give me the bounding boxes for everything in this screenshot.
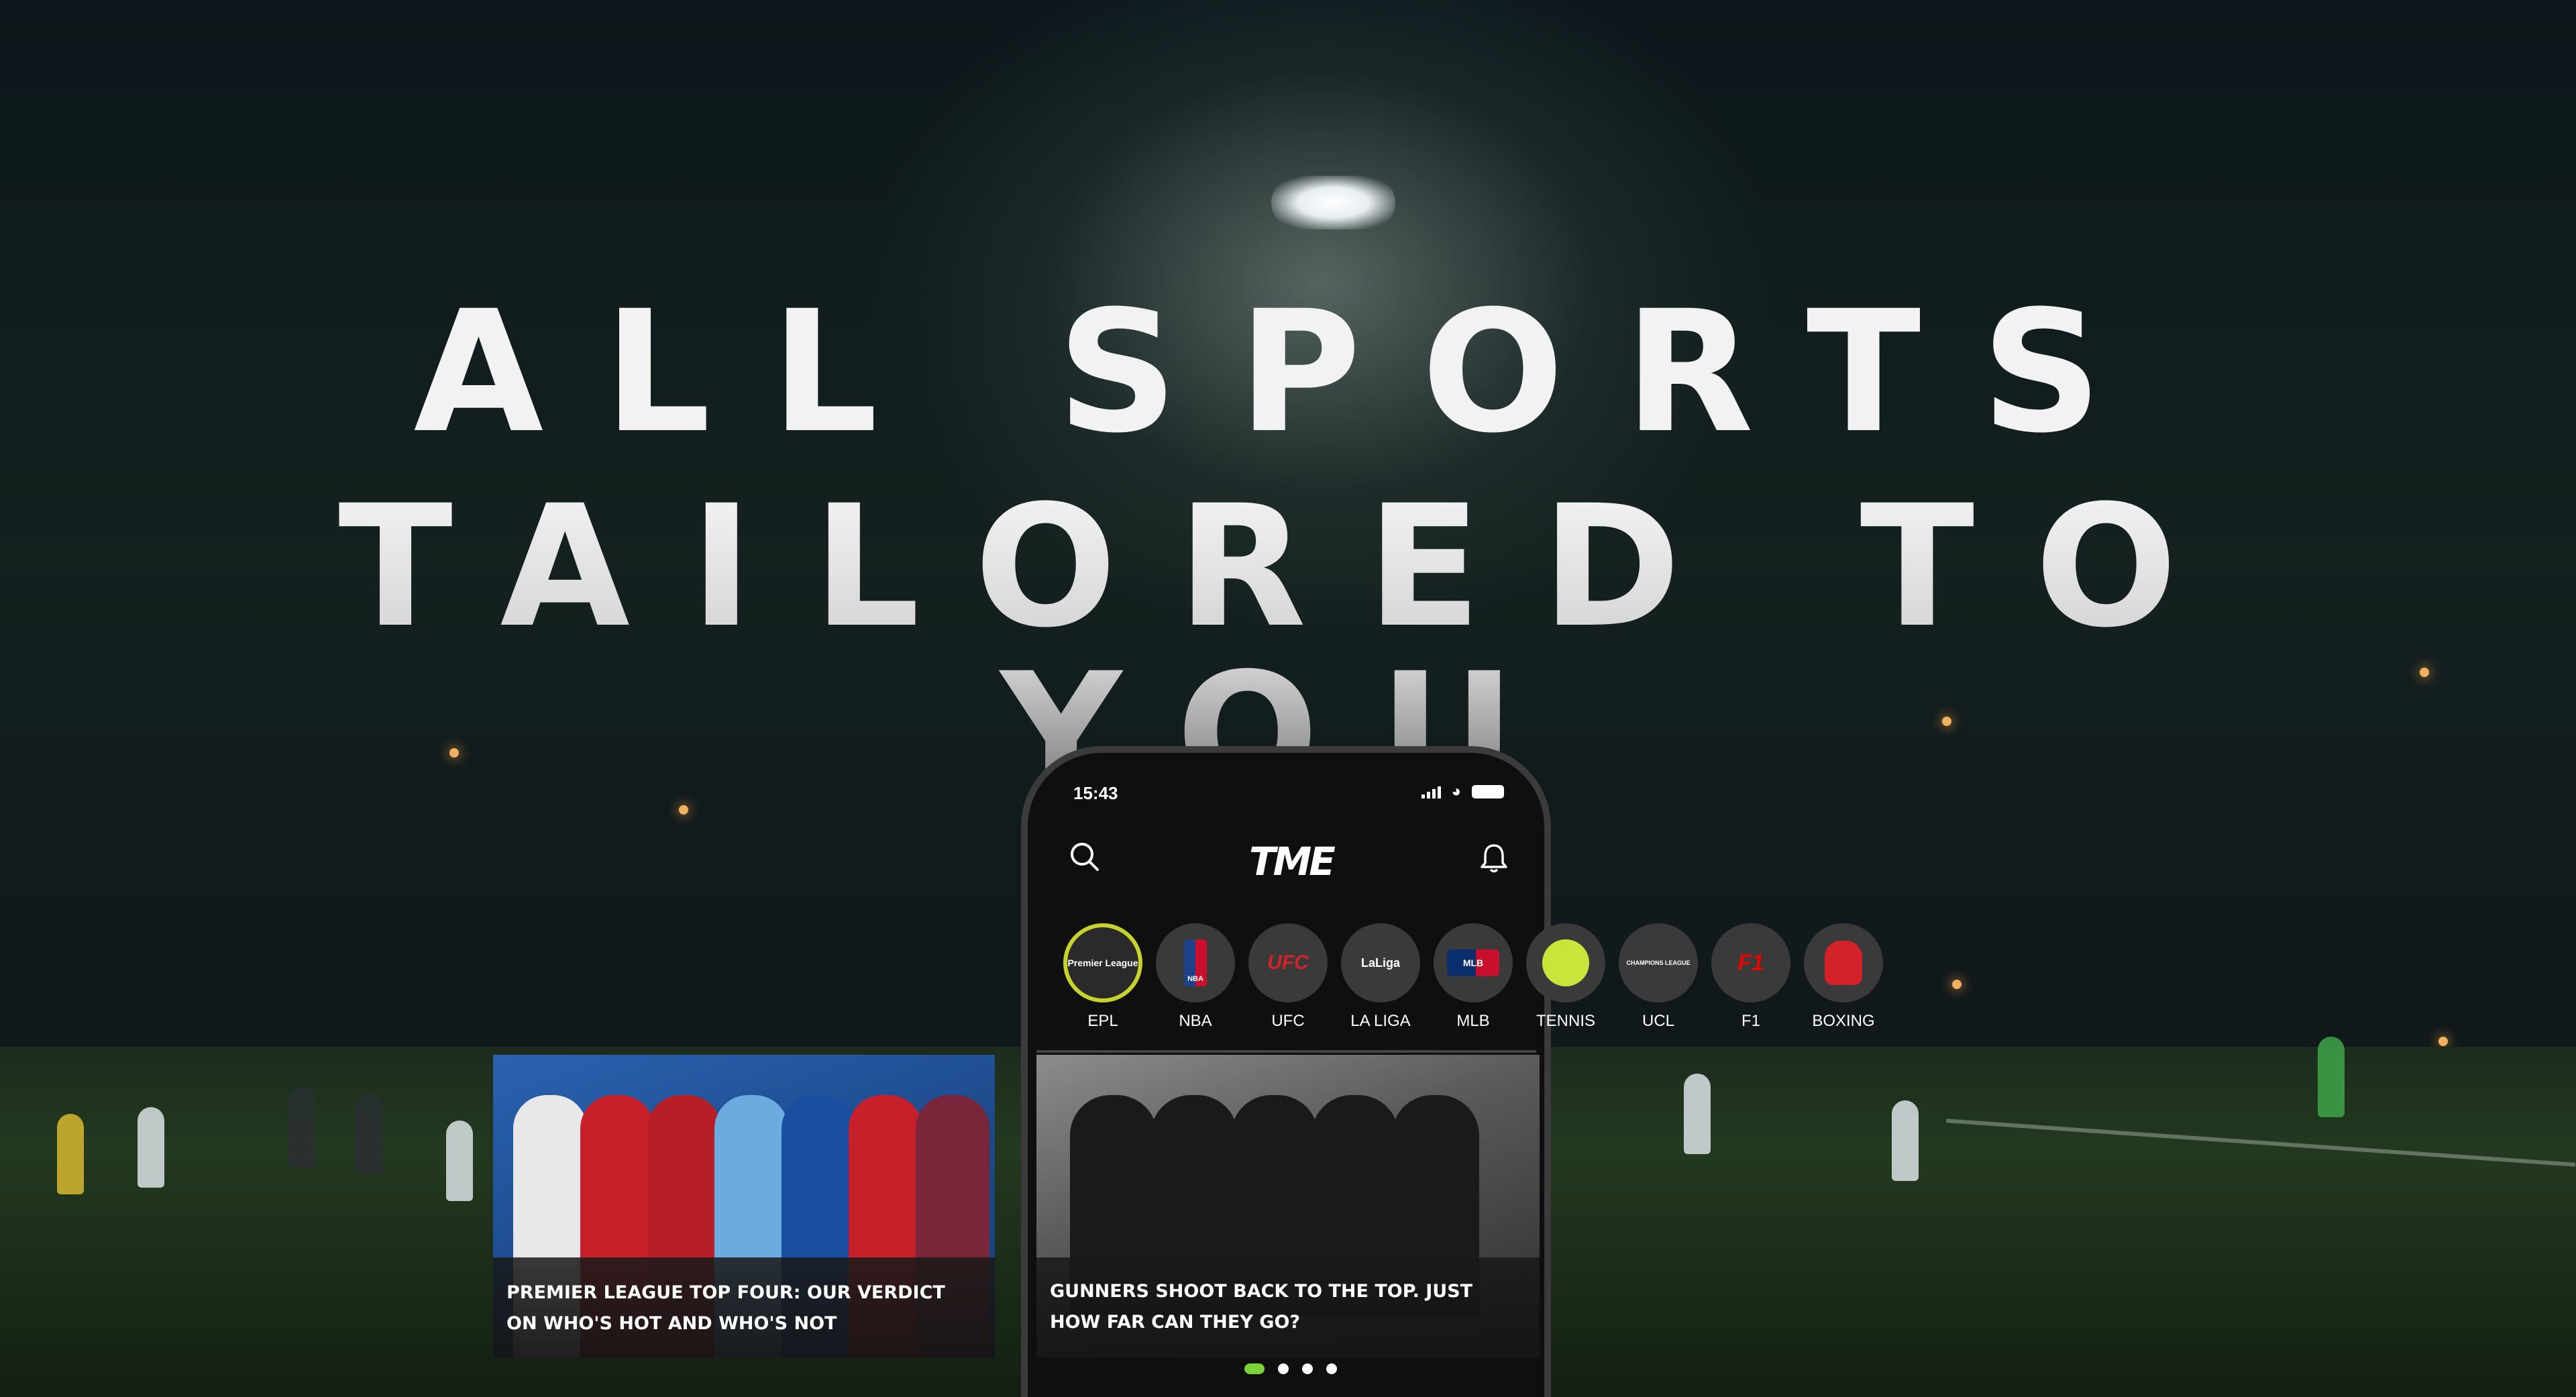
side-article-card[interactable]: PREMIER LEAGUE TOP FOUR: OUR VERDICT ON … (493, 1055, 995, 1358)
status-time: 15:43 (1073, 783, 1118, 803)
league-label: LA LIGA (1350, 1012, 1411, 1030)
f1-badge-text: F1 (1737, 949, 1764, 976)
main-article-title-line-1: GUNNERS SHOOT BACK TO THE TOP. JUST (1050, 1281, 1473, 1302)
signal-icon (1421, 785, 1441, 798)
mlb-badge-icon: MLB (1434, 923, 1513, 1002)
ufc-badge-text: UFC (1267, 951, 1309, 974)
league-label: NBA (1179, 1012, 1212, 1030)
player (446, 1121, 473, 1201)
headline-line-1: ALL SPORTS (413, 274, 2163, 470)
player (288, 1087, 315, 1168)
ucl-badge-text: CHAMPIONS LEAGUE (1626, 959, 1690, 966)
boxing-glove-icon (1825, 941, 1862, 985)
main-article-title: GUNNERS SHOOT BACK TO THE TOP. JUST HOW … (1036, 1257, 1540, 1358)
hero-background: ALL SPORTS TAILORED TO YOU PREMIER LEAGU… (0, 0, 2576, 1397)
league-ufc[interactable]: UFC UFC (1247, 923, 1329, 1031)
player (1684, 1074, 1711, 1154)
player (138, 1107, 164, 1188)
league-epl[interactable]: Premier League EPL (1062, 923, 1144, 1031)
pagination-dot[interactable] (1244, 1363, 1265, 1374)
pagination-dot[interactable] (1302, 1363, 1313, 1374)
tennis-ball-icon (1526, 923, 1605, 1002)
league-la-liga[interactable]: LaLiga LA LIGA (1340, 923, 1421, 1031)
epl-badge-icon: Premier League (1063, 923, 1142, 1002)
pagination-dot[interactable] (1278, 1363, 1289, 1374)
mlb-badge-text: MLB (1447, 949, 1499, 976)
league-selector: Premier League EPL NBA NBA UFC UFC LaLig… (1062, 923, 1907, 1037)
league-tennis[interactable]: TENNIS (1525, 923, 1607, 1031)
side-article-title-line-1: PREMIER LEAGUE TOP FOUR: OUR VERDICT (506, 1282, 945, 1303)
league-f1[interactable]: F1 F1 (1710, 923, 1792, 1031)
laliga-badge-icon: LaLiga (1341, 923, 1420, 1002)
main-article-title-line-2: HOW FAR CAN THEY GO? (1050, 1312, 1301, 1333)
pagination-dot[interactable] (1326, 1363, 1337, 1374)
ucl-badge-icon: CHAMPIONS LEAGUE (1619, 923, 1698, 1002)
distant-light (1952, 980, 1962, 989)
epl-badge-text: Premier League (1067, 958, 1138, 968)
floodlight (1271, 176, 1395, 229)
league-label: UFC (1271, 1012, 1305, 1030)
side-article-title-line-2: ON WHO'S HOT AND WHO'S NOT (506, 1313, 837, 1334)
league-label: BOXING (1812, 1012, 1875, 1030)
league-label: F1 (1741, 1012, 1760, 1030)
league-nba[interactable]: NBA NBA (1155, 923, 1236, 1031)
league-label: TENNIS (1536, 1012, 1595, 1030)
league-ucl[interactable]: CHAMPIONS LEAGUE UCL (1617, 923, 1699, 1031)
league-boxing[interactable]: BOXING (1803, 923, 1884, 1031)
app-logo: TME (1249, 839, 1336, 884)
feed-divider (1036, 1050, 1536, 1053)
boxing-glove-icon (1804, 923, 1883, 1002)
player (1892, 1100, 1919, 1181)
goalkeeper (2318, 1037, 2345, 1117)
ufc-badge-icon: UFC (1248, 923, 1328, 1002)
carousel-pagination (1244, 1363, 1337, 1374)
distant-light (2438, 1037, 2448, 1046)
battery-icon (1472, 785, 1504, 798)
main-article-card[interactable]: GUNNERS SHOOT BACK TO THE TOP. JUST HOW … (1036, 1055, 1540, 1358)
laliga-badge-text: LaLiga (1360, 955, 1400, 970)
tennis-ball-icon (1542, 939, 1589, 986)
nba-badge-text: NBA (1184, 939, 1207, 986)
side-article-title: PREMIER LEAGUE TOP FOUR: OUR VERDICT ON … (493, 1257, 995, 1358)
status-bar-icons: ◕ (1421, 782, 1504, 801)
league-label: UCL (1642, 1012, 1674, 1030)
wifi-icon: ◕ (1451, 782, 1462, 800)
bell-icon[interactable] (1477, 841, 1511, 875)
nba-badge-icon: NBA (1156, 923, 1235, 1002)
league-label: EPL (1087, 1012, 1118, 1030)
search-icon[interactable] (1068, 840, 1102, 874)
f1-badge-icon: F1 (1711, 923, 1790, 1002)
league-label: MLB (1456, 1012, 1490, 1030)
player (57, 1114, 84, 1194)
league-mlb[interactable]: MLB MLB (1432, 923, 1514, 1031)
player (356, 1094, 382, 1174)
